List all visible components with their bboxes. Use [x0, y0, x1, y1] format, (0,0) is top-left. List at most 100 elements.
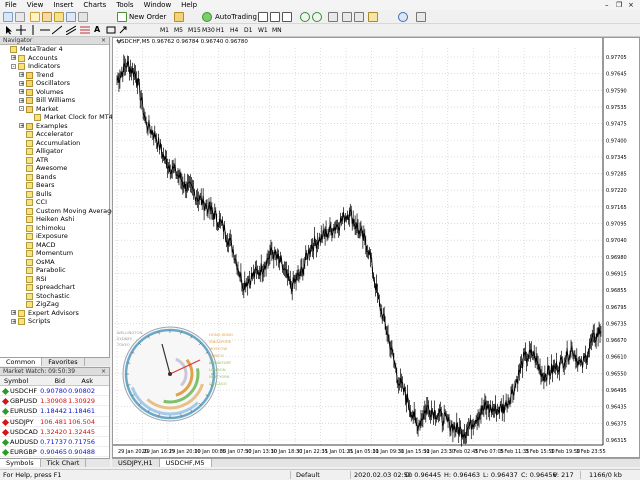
collapse-icon[interactable]: -: [19, 106, 24, 112]
navigator-item[interactable]: Alligator: [0, 147, 109, 156]
bar-chart-icon[interactable]: [258, 12, 268, 22]
candlestick-icon[interactable]: [270, 12, 280, 22]
menu-view[interactable]: View: [22, 0, 49, 10]
autotrading-button[interactable]: AutoTrading: [215, 12, 257, 22]
line-chart-icon[interactable]: [282, 12, 292, 22]
trendline-icon[interactable]: [51, 25, 63, 35]
navigator-item[interactable]: Bulls: [0, 190, 109, 199]
timeframe-m1[interactable]: M1: [158, 26, 171, 35]
new-chart-icon[interactable]: [3, 12, 13, 22]
metaeditor-icon[interactable]: [174, 12, 184, 22]
navigator-icon[interactable]: [54, 12, 64, 22]
navigator-item[interactable]: Parabolic: [0, 266, 109, 275]
autotrading-icon[interactable]: [202, 12, 212, 22]
crosshair-icon[interactable]: [16, 25, 26, 35]
tab-common[interactable]: Common: [0, 358, 43, 366]
menu-tools[interactable]: Tools: [111, 0, 138, 10]
navigator-item[interactable]: + Bill Williams: [0, 96, 109, 105]
tester-icon[interactable]: [78, 12, 88, 22]
navigator-item[interactable]: ZigZag: [0, 300, 109, 309]
navigator-item[interactable]: Accelerator: [0, 130, 109, 139]
navigator-item[interactable]: + Oscillators: [0, 79, 109, 88]
market-watch-icon[interactable]: [30, 12, 40, 22]
menu-file[interactable]: File: [0, 0, 22, 10]
tab-tick-chart[interactable]: Tick Chart: [41, 459, 87, 467]
timeframe-mn[interactable]: MN: [270, 26, 284, 35]
market-watch-row[interactable]: USDCHF 0.90780 0.90802: [0, 386, 109, 397]
close-icon[interactable]: ×: [628, 0, 634, 10]
new-order-icon[interactable]: [117, 12, 127, 22]
navigator-item[interactable]: Accumulation: [0, 139, 109, 148]
new-order-button[interactable]: New Order: [129, 12, 166, 22]
collapse-icon[interactable]: -: [11, 63, 16, 69]
expand-icon[interactable]: +: [11, 318, 16, 324]
market-watch-row[interactable]: GBPUSD 1.30908 1.30929: [0, 396, 109, 407]
col-symbol[interactable]: Symbol: [4, 376, 28, 386]
navigator-item[interactable]: iExposure: [0, 232, 109, 241]
chart-shift-icon[interactable]: [354, 12, 364, 22]
text-label-icon[interactable]: [106, 25, 116, 35]
market-watch-row[interactable]: EURUSD 1.18442 1.18461: [0, 406, 109, 417]
tab-usdjpy-h1[interactable]: USDJPY,H1: [112, 459, 160, 467]
menu-charts[interactable]: Charts: [78, 0, 111, 10]
navigator-item[interactable]: CCI: [0, 198, 109, 207]
templates-icon[interactable]: [416, 12, 426, 22]
expand-icon[interactable]: +: [19, 97, 24, 103]
navigator-item[interactable]: Bands: [0, 173, 109, 182]
minimize-icon[interactable]: –: [605, 0, 609, 10]
cursor-icon[interactable]: [4, 25, 14, 35]
market-watch-row[interactable]: USDJPY 106.481 106.504: [0, 417, 109, 427]
text-icon[interactable]: A: [94, 25, 104, 35]
navigator-item[interactable]: + Expert Advisors: [0, 309, 109, 318]
expand-icon[interactable]: +: [19, 89, 24, 95]
navigator-item[interactable]: OsMA: [0, 258, 109, 267]
fibonacci-icon[interactable]: [80, 25, 90, 35]
navigator-item[interactable]: ATR: [0, 156, 109, 165]
expand-icon[interactable]: +: [19, 72, 24, 78]
vertical-line-icon[interactable]: [28, 25, 38, 35]
indicators-list-icon[interactable]: [368, 12, 378, 22]
navigator-item[interactable]: + Trend: [0, 71, 109, 80]
menu-insert[interactable]: Insert: [48, 0, 78, 10]
menu-window[interactable]: Window: [139, 0, 177, 10]
price-chart[interactable]: 0.97705 0.97645 0.97590 0.97535 0.97475 0.974…: [113, 38, 639, 457]
timeframe-h1[interactable]: H1: [214, 26, 226, 35]
navigator-item[interactable]: Heiken Ashi: [0, 215, 109, 224]
arrows-icon[interactable]: [118, 25, 128, 35]
profiles-icon[interactable]: [15, 12, 25, 22]
menu-help[interactable]: Help: [176, 0, 202, 10]
periods-icon[interactable]: [398, 12, 408, 22]
navigator-item[interactable]: - Market: [0, 105, 109, 114]
zoom-in-icon[interactable]: [300, 12, 310, 22]
tab-favorites[interactable]: Favorites: [42, 358, 85, 366]
timeframe-w1[interactable]: W1: [256, 26, 270, 35]
col-ask[interactable]: Ask: [81, 376, 93, 386]
market-watch-row[interactable]: AUDUSD 0.71737 0.71756: [0, 437, 109, 448]
navigator-item[interactable]: + Scripts: [0, 317, 109, 326]
horizontal-line-icon[interactable]: [40, 25, 50, 35]
navigator-item[interactable]: - Indicators: [0, 62, 109, 71]
navigator-item[interactable]: Custom Moving Averages: [0, 207, 119, 216]
tab-symbols[interactable]: Symbols: [0, 459, 41, 467]
navigator-item[interactable]: Ichimoku: [0, 224, 109, 233]
zoom-out-icon[interactable]: [312, 12, 322, 22]
expand-icon[interactable]: +: [11, 310, 16, 316]
navigator-item[interactable]: Momentum: [0, 249, 109, 258]
navigator-item[interactable]: RSI: [0, 275, 109, 284]
navigator-item[interactable]: + Accounts: [0, 54, 109, 63]
auto-scroll-icon[interactable]: [342, 12, 352, 22]
tile-windows-icon[interactable]: [328, 12, 338, 22]
navigator-item[interactable]: + Volumes: [0, 88, 109, 97]
navigator-item[interactable]: Bears: [0, 181, 109, 190]
data-window-icon[interactable]: [42, 12, 52, 22]
terminal-icon[interactable]: [66, 12, 76, 22]
close-icon[interactable]: ×: [101, 37, 106, 45]
col-bid[interactable]: Bid: [55, 376, 65, 386]
close-icon[interactable]: ×: [101, 368, 106, 376]
market-watch-row[interactable]: EURGBP 0.90465 0.90488: [0, 447, 109, 458]
timeframe-d1[interactable]: D1: [242, 26, 254, 35]
expand-icon[interactable]: +: [19, 80, 24, 86]
expand-icon[interactable]: +: [11, 55, 16, 61]
navigator-item[interactable]: Awesome: [0, 164, 109, 173]
expand-icon[interactable]: +: [19, 123, 24, 129]
